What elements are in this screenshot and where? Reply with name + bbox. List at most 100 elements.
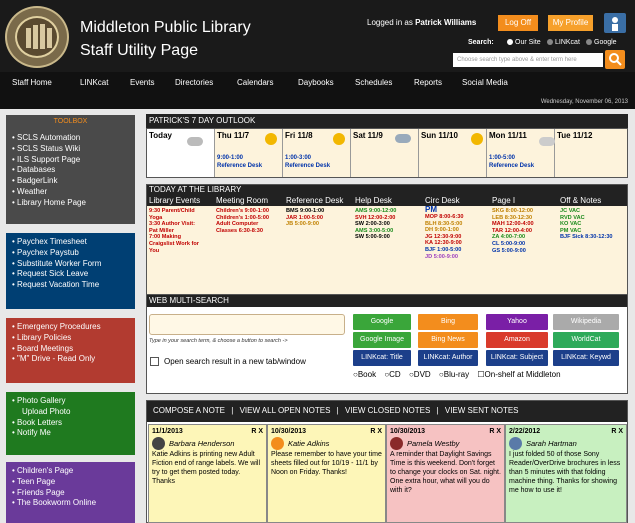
toolbox-group-payroll: • Paychex Timesheet • Paychex Paystub • … [6,233,135,309]
nav-reports[interactable]: Reports [414,78,442,87]
link-databases[interactable]: • Databases [12,165,129,176]
off-notes-list: JC VAC RVD VAC KO VAC PM VAC BJF Sick 8:30-1… [560,208,613,241]
linkcat-subject-button[interactable]: LINKcat: Subject [486,350,548,366]
col-circ-desk: Circ Desk [425,196,460,205]
link-board-meetings[interactable]: • Board Meetings [12,344,129,355]
link-policies[interactable]: • Library Policies [12,333,129,344]
radio-bluray[interactable]: ○Blu-ray [439,370,469,379]
toolbox-group-general: • SCLS Automation • SCLS Status Wiki • I… [6,129,135,224]
note-actions[interactable]: R X [370,427,382,436]
note-actions[interactable]: R X [611,427,623,436]
link-book-letters[interactable]: • Book Letters [12,418,129,429]
nav-staff-home[interactable]: Staff Home [12,78,52,87]
day-today: Today [147,129,215,177]
nav-calendars[interactable]: Calendars [237,78,273,87]
site-title: Middleton Public Library [80,19,251,36]
nav-events[interactable]: Events [130,78,154,87]
bing-button[interactable]: Bing [418,314,478,330]
library-logo[interactable] [5,6,69,68]
yahoo-button[interactable]: Yahoo [486,314,548,330]
search-icon[interactable] [605,50,625,69]
note-actions[interactable]: R X [489,427,501,436]
nav-schedules[interactable]: Schedules [355,78,392,87]
help-desk-list: AMS 9:00-12:00 SVH 12:00-2:00 SW 2:00-3:00… [355,208,397,241]
wikipedia-button[interactable]: Wikipedia [553,314,619,330]
nav-linkcat[interactable]: LINKcat [80,78,108,87]
radio-our-site[interactable]: Our Site [507,39,541,46]
col-reference-desk: Reference Desk [286,196,344,205]
col-library-events: Library Events [149,196,201,205]
onshelf-checkbox[interactable]: ☐On-shelf at Middleton [477,370,560,379]
link-scls-status-wiki[interactable]: • SCLS Status Wiki [12,144,129,155]
tab-sent-notes[interactable]: VIEW SENT NOTES [445,406,519,415]
help-icon[interactable] [604,13,626,33]
search-label: Search: [468,39,494,46]
tab-open-notes[interactable]: VIEW ALL OPEN NOTES [240,406,331,415]
link-ils-support[interactable]: • ILS Support Page [12,155,129,166]
amazon-button[interactable]: Amazon [486,332,548,348]
new-tab-checkbox[interactable] [150,357,159,366]
radio-cd[interactable]: ○CD [384,370,400,379]
link-scls-automation[interactable]: • SCLS Automation [12,133,129,144]
link-notify-me[interactable]: • Notify Me [12,428,129,439]
note-card: 2/22/2012 R X Sarah Hartman I just folded… [505,424,627,523]
toolbox-group-photos: • Photo Gallery Upload Photo • Book Lett… [6,392,135,455]
tab-closed-notes[interactable]: VIEW CLOSED NOTES [345,406,430,415]
link-paychex-timesheet[interactable]: • Paychex Timesheet [12,237,129,248]
format-options: ○Book ○CD ○DVD ○Blu-ray ☐On-shelf at Mid… [353,370,561,379]
bing-news-button[interactable]: Bing News [418,332,478,348]
link-sick-leave[interactable]: • Request Sick Leave [12,269,129,280]
link-badgerlink[interactable]: • BadgerLink [12,176,129,187]
avatar-icon [390,437,403,450]
link-emergency[interactable]: • Emergency Procedures [12,322,129,333]
worldcat-button[interactable]: WorldCat [553,332,619,348]
tab-compose-note[interactable]: COMPOSE A NOTE [153,406,225,415]
radio-book[interactable]: ○Book [353,370,376,379]
sunny-icon [333,133,345,145]
link-m-drive[interactable]: • "M" Drive - Read Only [12,354,129,365]
multisearch-title: WEB MULTI-SEARCH [149,296,229,305]
radio-linkcat[interactable]: LINKcat [547,39,580,46]
link-vacation-time[interactable]: • Request Vacation Time [12,280,129,291]
meeting-room-list: Children's 9:00-1:00 Children's 1:00-5:00… [216,208,269,234]
col-page-i: Page I [492,196,516,205]
link-library-home[interactable]: • Library Home Page [12,198,129,209]
nav-daybooks[interactable]: Daybooks [298,78,334,87]
link-weather[interactable]: • Weather [12,187,129,198]
google-image-button[interactable]: Google Image [353,332,411,348]
site-search-input[interactable]: Choose search type above & enter term he… [453,53,603,67]
note-actions[interactable]: R X [251,427,263,436]
col-meeting-room: Meeting Room [216,196,269,205]
link-substitute-form[interactable]: • Substitute Worker Form [12,259,129,270]
linkcat-author-button[interactable]: LINKcat: Author [418,350,478,366]
link-upload-photo[interactable]: Upload Photo [12,407,129,418]
library-events-list: 9:30 Parent/Child Yoga 3:30 Author Visit: P… [149,208,199,254]
partly-cloudy-icon [539,137,555,146]
day-mon: Mon 11/11 1:00-5:00 Reference Desk [487,129,555,177]
link-paychex-paystub[interactable]: • Paychex Paystub [12,248,129,259]
note-card: 10/30/2013 R X Pamela Westby A reminder t… [386,424,505,523]
note-card: 11/1/2013 R X Barbara Henderson Katie Adk… [148,424,267,523]
link-childrens-page[interactable]: • Children's Page [12,466,129,477]
linkcat-title-button[interactable]: LINKcat: Title [353,350,411,366]
link-bookworm[interactable]: • The Bookworm Online [12,498,129,509]
page-i-list: SKG 8:00-12:00 LEB 8:30-12:30 MAH 12:00-4:… [492,208,534,254]
link-photo-gallery[interactable]: • Photo Gallery [12,396,129,407]
radio-dvd[interactable]: ○DVD [409,370,431,379]
linkcat-keyword-button[interactable]: LINKcat: Keywd [553,350,619,366]
google-button[interactable]: Google [353,314,411,330]
cloudy-icon [187,137,203,146]
notes-tabs: COMPOSE A NOTE | VIEW ALL OPEN NOTES | V… [153,406,519,415]
logoff-button[interactable]: Log Off [498,15,538,31]
radio-google[interactable]: Google [586,39,617,46]
link-teen-page[interactable]: • Teen Page [12,477,129,488]
nav-directories[interactable]: Directories [175,78,213,87]
new-tab-label: Open search result in a new tab/window [164,357,306,366]
link-friends-page[interactable]: • Friends Page [12,488,129,499]
day-sat: Sat 11/9 [351,129,419,177]
multisearch-input[interactable] [149,314,345,335]
avatar-icon [271,437,284,450]
avatar-icon [509,437,522,450]
my-profile-button[interactable]: My Profile [548,15,593,31]
nav-social-media[interactable]: Social Media [462,78,508,87]
